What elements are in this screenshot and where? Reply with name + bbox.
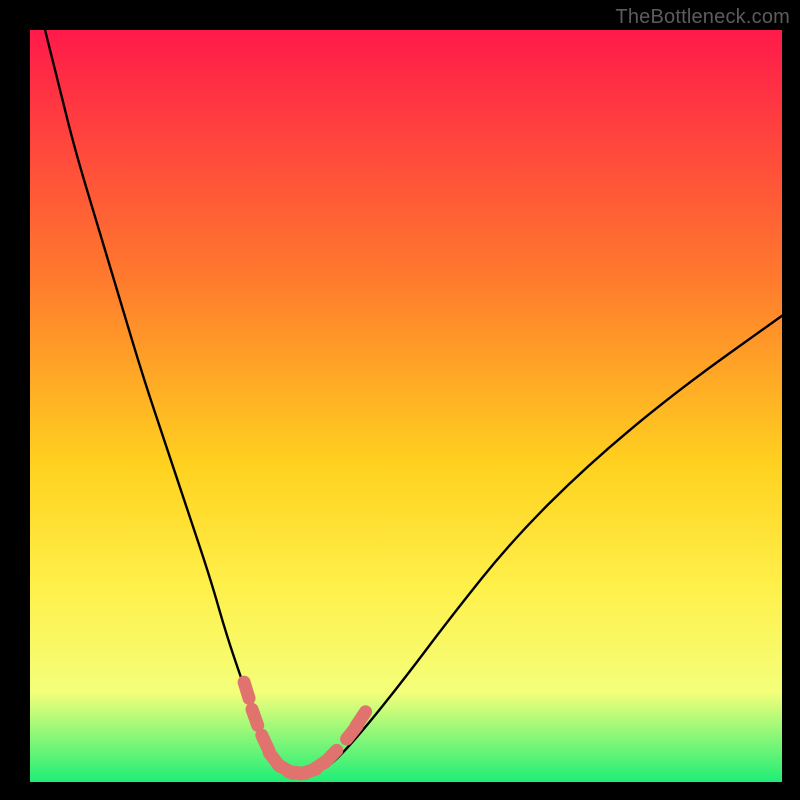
curve-marker	[325, 750, 337, 762]
watermark-text: TheBottleneck.com	[615, 6, 790, 29]
chart-frame: TheBottleneck.com	[0, 0, 800, 800]
bottleneck-chart	[30, 30, 782, 782]
curve-marker	[244, 682, 249, 698]
curve-marker	[252, 709, 258, 725]
plot-area	[30, 30, 782, 782]
gradient-background	[30, 30, 782, 782]
curve-marker	[356, 712, 365, 726]
